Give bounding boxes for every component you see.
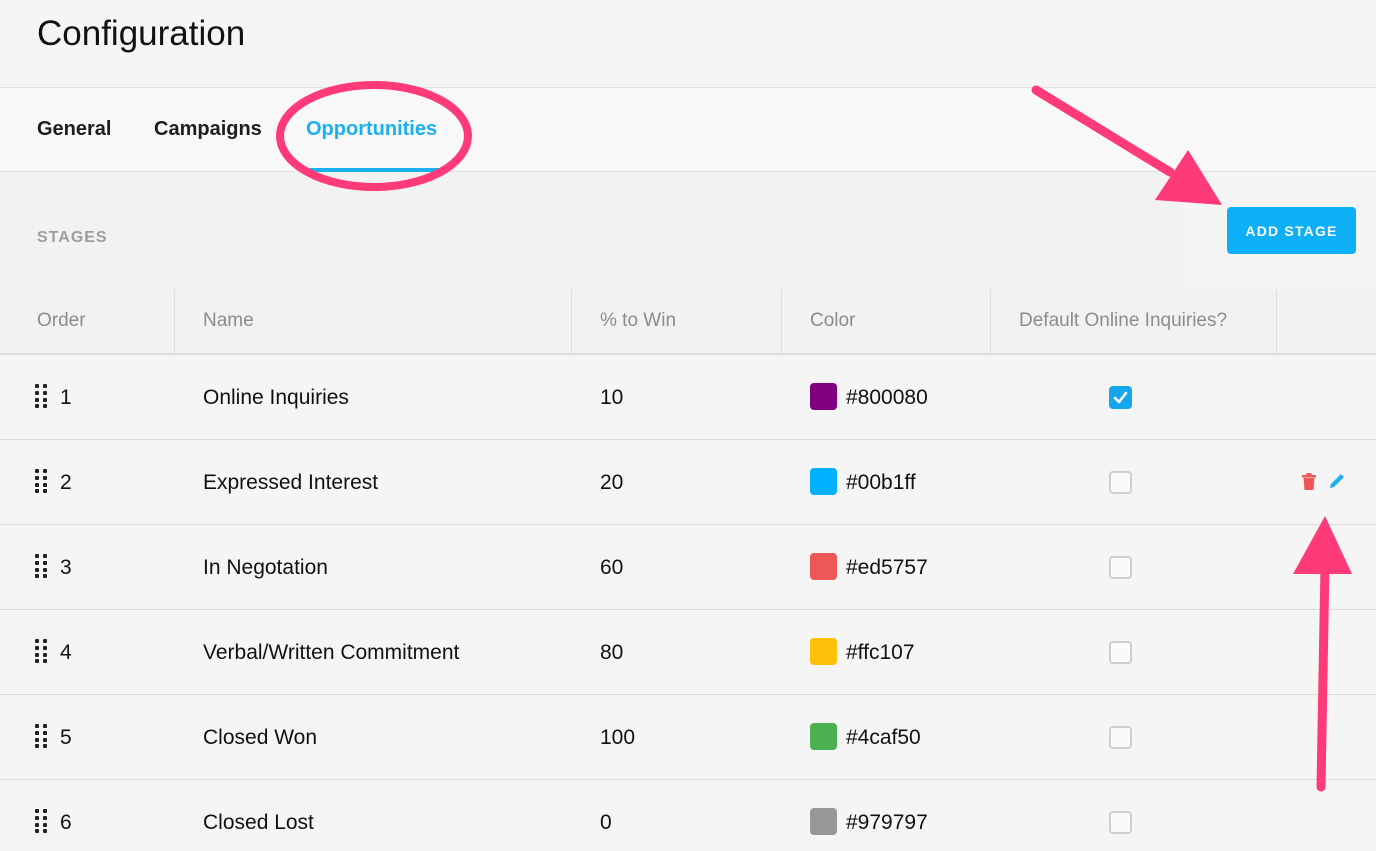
tab-general[interactable]: General	[37, 118, 111, 172]
default-checkbox[interactable]	[1109, 471, 1132, 494]
row-name: Verbal/Written Commitment	[203, 641, 460, 664]
row-win-percent: 100	[600, 726, 636, 749]
row-name: Online Inquiries	[203, 386, 349, 409]
column-header-order[interactable]: Order	[0, 289, 175, 353]
column-header-color[interactable]: Color	[782, 289, 991, 353]
column-header-name[interactable]: Name	[175, 289, 572, 353]
default-checkbox[interactable]	[1109, 641, 1132, 664]
row-color-hex: #800080	[846, 386, 928, 409]
default-checkbox[interactable]	[1109, 726, 1132, 749]
row-color-hex: #ed5757	[846, 556, 928, 579]
column-header-win[interactable]: % to Win	[572, 289, 782, 353]
row-win-percent: 0	[600, 811, 612, 834]
row-win-percent: 80	[600, 641, 624, 664]
table-row[interactable]: 1 Online Inquiries 10 #800080	[0, 355, 1376, 440]
table-body: 1 Online Inquiries 10 #800080 2 Expresse…	[0, 355, 1376, 851]
table-row[interactable]: 6 Closed Lost 0 #979797	[0, 780, 1376, 851]
row-name: Closed Lost	[203, 811, 314, 834]
row-order: 4	[60, 641, 72, 664]
row-win-percent: 20	[600, 471, 624, 494]
row-name: In Negotation	[203, 556, 328, 579]
page-title: Configuration	[37, 14, 246, 53]
color-swatch	[810, 808, 837, 835]
table-row[interactable]: 2 Expressed Interest 20 #00b1ff	[0, 440, 1376, 525]
stages-section-header: STAGES ADD STAGE	[0, 172, 1376, 289]
checkmark-icon	[1113, 391, 1128, 404]
table-header: Order Name % to Win Color Default Online…	[0, 289, 1376, 355]
row-win-percent: 10	[600, 386, 624, 409]
tab-opportunities[interactable]: Opportunities	[306, 118, 441, 172]
row-order: 1	[60, 386, 72, 409]
drag-handle-icon[interactable]	[35, 469, 47, 493]
table-row[interactable]: 5 Closed Won 100 #4caf50	[0, 695, 1376, 780]
color-swatch	[810, 553, 837, 580]
row-name: Expressed Interest	[203, 471, 379, 494]
row-order: 5	[60, 726, 72, 749]
drag-handle-icon[interactable]	[35, 554, 47, 578]
column-header-default[interactable]: Default Online Inquiries?	[991, 289, 1277, 353]
tab-bar: General Campaigns Opportunities	[0, 88, 1376, 172]
row-order: 2	[60, 471, 72, 494]
row-order: 3	[60, 556, 72, 579]
row-color-hex: #ffc107	[846, 641, 915, 664]
section-title: STAGES	[37, 229, 108, 246]
row-win-percent: 60	[600, 556, 624, 579]
add-stage-button[interactable]: ADD STAGE	[1227, 207, 1356, 254]
pencil-icon[interactable]	[1328, 472, 1346, 495]
table-row[interactable]: 3 In Negotation 60 #ed5757	[0, 525, 1376, 610]
color-swatch	[810, 468, 837, 495]
color-swatch	[810, 638, 837, 665]
default-checkbox[interactable]	[1109, 556, 1132, 579]
default-checkbox[interactable]	[1109, 811, 1132, 834]
color-swatch	[810, 383, 837, 410]
row-name: Closed Won	[203, 726, 318, 749]
tab-campaigns[interactable]: Campaigns	[154, 118, 262, 172]
tab-opportunities-label: Opportunities	[306, 118, 438, 140]
row-color-hex: #979797	[846, 811, 928, 834]
default-checkbox[interactable]	[1109, 386, 1132, 409]
row-color-hex: #4caf50	[846, 726, 921, 749]
table-row[interactable]: 4 Verbal/Written Commitment 80 #ffc107	[0, 610, 1376, 695]
drag-handle-icon[interactable]	[35, 639, 47, 663]
row-color-hex: #00b1ff	[846, 471, 916, 494]
drag-handle-icon[interactable]	[35, 384, 47, 408]
trash-icon[interactable]	[1302, 473, 1316, 495]
row-order: 6	[60, 811, 72, 834]
color-swatch	[810, 723, 837, 750]
drag-handle-icon[interactable]	[35, 724, 47, 748]
page-header: Configuration	[0, 0, 1376, 88]
drag-handle-icon[interactable]	[35, 809, 47, 833]
